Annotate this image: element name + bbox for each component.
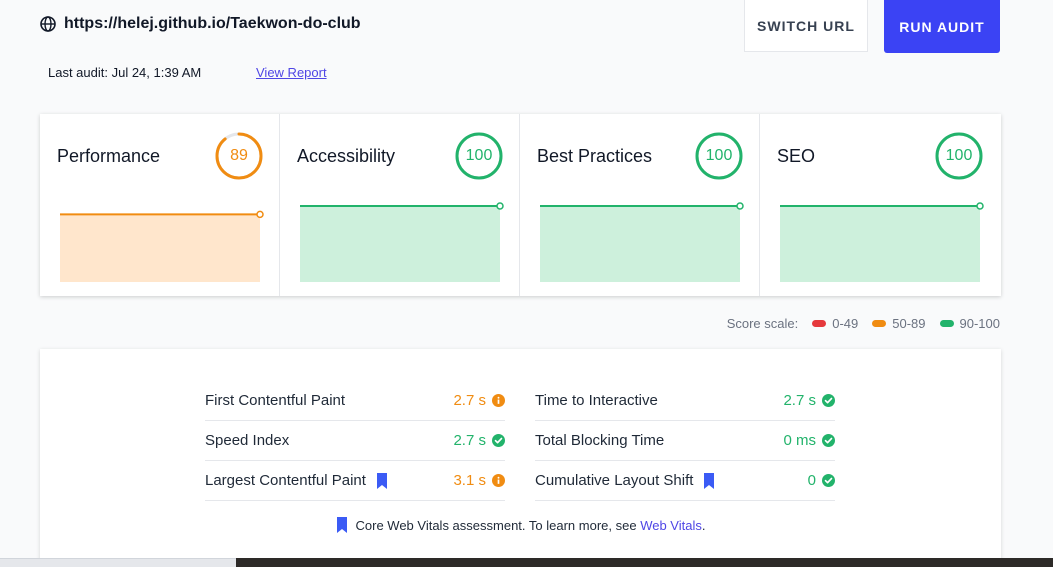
history-area [60,214,260,282]
scale-orange-swatch [872,320,887,327]
footnote-suffix: . [701,517,706,533]
info-circle-icon [492,394,505,407]
metric-row: Total Blocking Time 0 ms [535,421,835,461]
taskbar-left [0,558,236,567]
site-url-text: https://helej.github.io/Taekwon-do-club [64,15,361,32]
metric-label: Speed Index [205,432,290,449]
core-web-vitals-note: Core Web Vitals assessment. To learn mor… [40,517,1001,533]
score-scale-legend: Score scale: 0-49 50-89 90-100 [727,316,1000,331]
bookmark-icon [336,517,347,533]
info-circle-icon [492,474,505,487]
metric-value: 0 ms [783,432,816,449]
check-circle-icon [822,474,835,487]
scale-range-mid: 50-89 [892,316,926,331]
check-circle-icon [822,434,835,447]
metric-row: Cumulative Layout Shift 0 [535,461,835,501]
metric-value: 2.7 s [783,392,816,409]
score-history-chart [780,202,984,282]
card-accessibility[interactable]: Accessibility 100 [280,114,520,296]
history-point [256,210,264,219]
metric-row: Largest Contentful Paint 3.1 s [205,461,505,501]
history-area [300,206,500,282]
last-audit-text: Last audit: Jul 24, 1:39 AM [48,65,202,80]
score-cards: Performance 89 Accessibility 100 Best Pr… [40,114,1001,296]
check-circle-icon [492,434,505,447]
metric-row: Speed Index 2.7 s [205,421,505,461]
metric-label: First Contentful Paint [205,392,346,409]
score-scale-label: Score scale: [726,316,799,331]
score-value: 100 [945,147,973,164]
metric-row: First Contentful Paint 2.7 s [205,381,505,421]
footnote-text: Core Web Vitals assessment. To learn mor… [355,517,637,533]
site-url: https://helej.github.io/Taekwon-do-club [40,15,361,33]
card-best-practices[interactable]: Best Practices 100 [520,114,760,296]
metric-label: Cumulative Layout Shift [535,472,694,489]
view-report-link[interactable]: View Report [256,65,327,80]
score-history-chart [540,202,744,282]
check-circle-icon [822,394,835,407]
run-audit-button[interactable]: RUN AUDIT [884,0,1000,53]
bookmark-icon [376,472,387,489]
metric-label: Largest Contentful Paint [205,472,366,489]
metric-value: 3.1 s [453,472,486,489]
scale-range-low: 0-49 [832,316,859,331]
card-title: SEO [777,146,816,166]
card-performance[interactable]: Performance 89 [40,114,280,296]
scale-green-swatch [939,320,954,327]
scale-range-high: 90-100 [959,316,1000,331]
history-point [496,202,504,210]
card-title: Performance [57,146,161,166]
taskbar [236,558,1053,567]
metric-value: 2.7 s [453,392,486,409]
globe-icon [40,16,56,32]
history-area [780,206,980,282]
history-point [736,202,744,210]
metric-label: Time to Interactive [535,392,658,409]
scale-red-swatch [812,320,827,327]
metric-row: Time to Interactive 2.7 s [535,381,835,421]
card-title: Accessibility [297,146,396,166]
metrics-panel: First Contentful Paint 2.7 s Speed Index… [40,349,1001,567]
history-point [976,202,984,210]
score-history-chart [60,210,264,282]
score-value: 89 [230,147,248,164]
metric-value: 2.7 s [453,432,486,449]
bookmark-icon [704,472,715,489]
card-title: Best Practices [537,146,653,166]
score-value: 100 [465,147,493,164]
web-vitals-link[interactable]: Web Vitals [640,518,702,533]
metric-value: 0 [807,472,816,489]
history-area [540,206,740,282]
switch-url-button[interactable]: SWITCH URL [744,0,868,52]
card-seo[interactable]: SEO 100 [760,114,1001,296]
score-value: 100 [705,147,733,164]
metric-label: Total Blocking Time [535,432,665,449]
score-history-chart [300,202,504,282]
